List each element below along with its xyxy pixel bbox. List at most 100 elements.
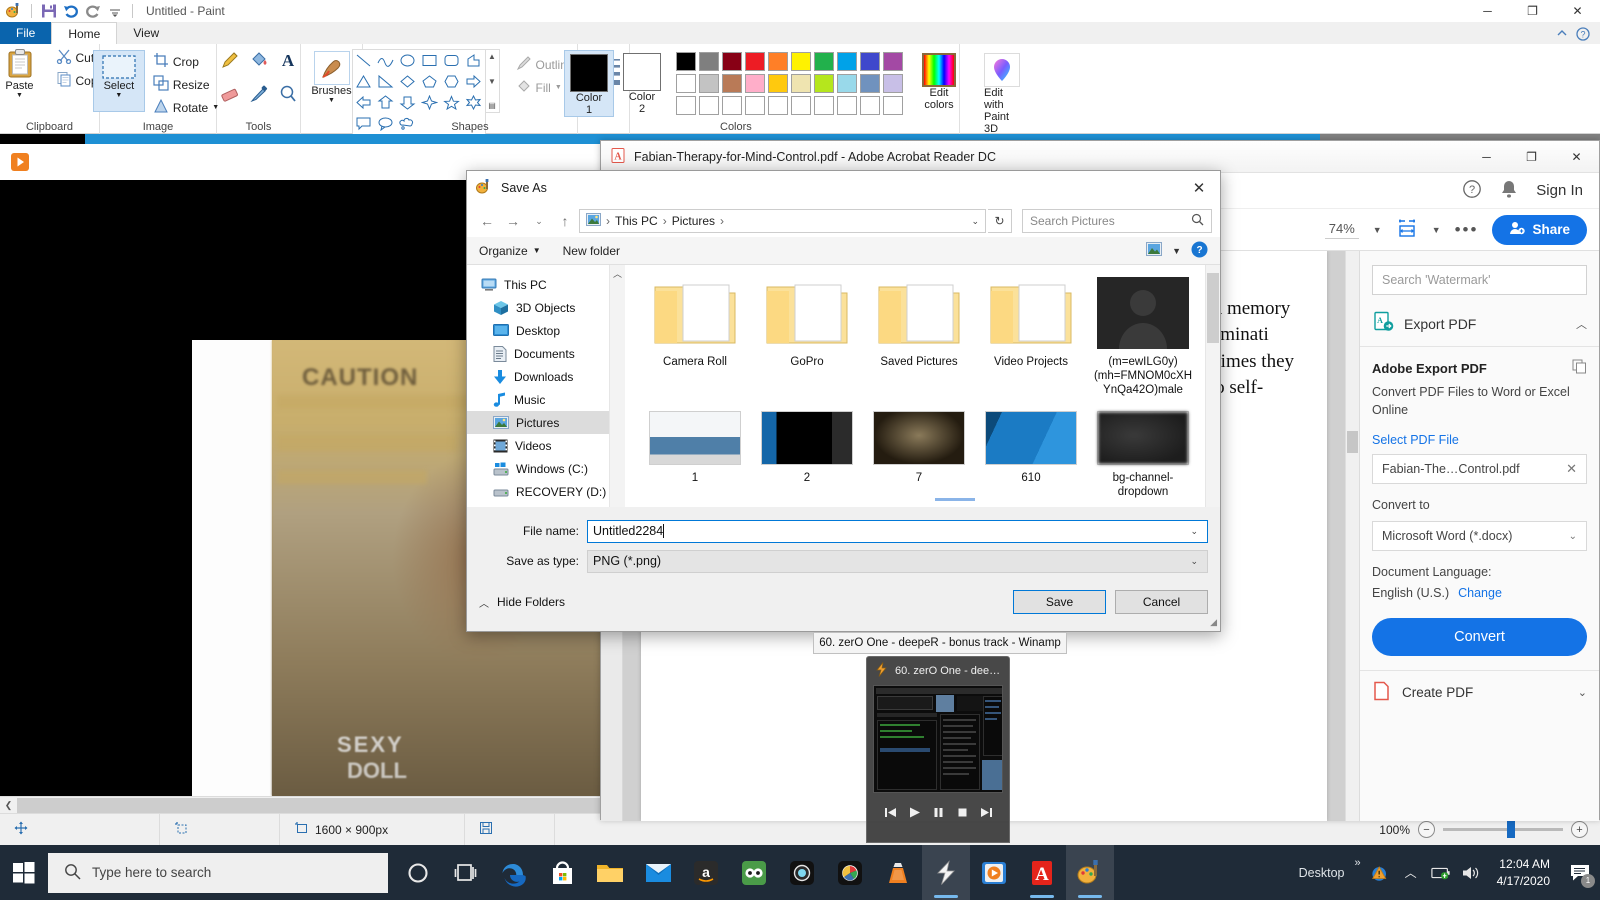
maximize-button[interactable]: ❐	[1510, 0, 1555, 22]
start-button[interactable]	[0, 845, 48, 900]
up-icon[interactable]: ↑	[553, 209, 577, 233]
color-swatch[interactable]	[860, 74, 880, 93]
edit-colors-button[interactable]: Edit colors	[917, 50, 961, 111]
tree-item-pictures[interactable]: Pictures	[467, 411, 609, 434]
edit-with-paint3d-button[interactable]: Edit with Paint 3D	[979, 50, 1025, 135]
shape-pentagon-icon[interactable]	[419, 71, 441, 92]
zoom-in-button[interactable]: +	[1571, 821, 1588, 838]
color-swatch[interactable]	[883, 74, 903, 93]
tree-item-music[interactable]: Music	[467, 388, 609, 411]
shape-rounded-rectangle-icon[interactable]	[441, 50, 463, 71]
list-item[interactable]: bg-channel-dropdown	[1087, 411, 1199, 499]
help-icon[interactable]: ?	[1462, 179, 1482, 202]
cortana-icon[interactable]	[394, 845, 442, 900]
shape-hexagon-icon[interactable]	[441, 71, 463, 92]
select-pdf-file-link[interactable]: Select PDF File	[1372, 433, 1587, 447]
magnifier-icon[interactable]	[275, 84, 300, 104]
next-icon[interactable]	[976, 802, 996, 822]
microsoft-store-icon[interactable]	[538, 845, 586, 900]
play-icon[interactable]	[904, 802, 924, 822]
file-list-scroll-thumb[interactable]	[1207, 273, 1219, 343]
change-language-link[interactable]: Change	[1458, 584, 1502, 602]
resize-button[interactable]: Resize	[149, 73, 223, 96]
shape-left-arrow-icon[interactable]	[353, 92, 375, 113]
search-input[interactable]: Search Pictures	[1022, 209, 1212, 233]
shape-six-point-star-icon[interactable]	[463, 92, 485, 113]
action-center-button[interactable]: 1	[1566, 859, 1595, 888]
volume-icon[interactable]	[1461, 864, 1481, 882]
media-player-icon[interactable]	[10, 152, 30, 175]
chevron-down-icon[interactable]: ▼	[16, 92, 23, 99]
shape-down-arrow-icon[interactable]	[397, 92, 419, 113]
shape-rectangle-icon[interactable]	[419, 50, 441, 71]
zoom-dropdown-icon[interactable]: ▼	[1373, 225, 1382, 235]
file-name-dropdown-icon[interactable]: ⌄	[1190, 526, 1202, 537]
navigation-tree[interactable]: This PC 3D Objects Desktop Documents Downloa…	[467, 265, 610, 507]
winamp-taskbar-preview[interactable]: 60. zerO One - dee…	[866, 656, 1010, 843]
tree-item-this-pc[interactable]: This PC	[467, 273, 609, 296]
shape-four-point-star-icon[interactable]	[419, 92, 441, 113]
tree-item-windows-c[interactable]: Windows (C:)	[467, 457, 609, 480]
list-item[interactable]: Video Projects	[975, 277, 1087, 397]
crop-button[interactable]: Crop	[149, 50, 223, 73]
security-warning-icon[interactable]	[1371, 862, 1391, 884]
save-as-close-button[interactable]: ✕	[1178, 171, 1220, 205]
pdf-scrollbar-thumb[interactable]	[1347, 431, 1358, 453]
acrobat-minimize-button[interactable]: ─	[1464, 146, 1509, 168]
shape-five-point-star-icon[interactable]	[441, 92, 463, 113]
color-swatch[interactable]	[722, 96, 742, 115]
vlc-icon[interactable]	[874, 845, 922, 900]
cancel-button[interactable]: Cancel	[1115, 590, 1208, 614]
new-folder-button[interactable]: New folder	[563, 244, 620, 258]
file-name-input[interactable]: Untitled2284 ⌄	[587, 519, 1208, 543]
share-button[interactable]: Share	[1492, 214, 1587, 245]
color2-button[interactable]: Color 2	[618, 50, 666, 115]
clock[interactable]: 12:04 AM 4/17/2020	[1491, 856, 1556, 888]
bell-icon[interactable]	[1500, 179, 1518, 202]
chevron-down-icon[interactable]: ⌄	[1578, 686, 1587, 699]
color-swatch[interactable]	[860, 96, 880, 115]
tree-item-videos[interactable]: Videos	[467, 434, 609, 457]
save-icon[interactable]	[41, 3, 57, 19]
color-swatch[interactable]	[699, 52, 719, 71]
color-swatch[interactable]	[768, 96, 788, 115]
shape-triangle-icon[interactable]	[353, 71, 375, 92]
shapes-scrollbar[interactable]: ▲ ▼ ▤	[485, 49, 500, 113]
create-pdf-section-header[interactable]: Create PDF ⌄	[1360, 669, 1599, 714]
tree-item-desktop[interactable]: Desktop	[467, 319, 609, 342]
tree-scrollbar[interactable]: ︿	[610, 265, 625, 507]
fit-width-icon[interactable]	[1396, 217, 1418, 242]
color-swatch[interactable]	[722, 52, 742, 71]
file-explorer-icon[interactable]	[586, 845, 634, 900]
shape-oval-icon[interactable]	[397, 50, 419, 71]
color-swatch[interactable]	[676, 52, 696, 71]
show-hidden-icons-icon[interactable]: »	[1354, 857, 1360, 869]
chevron-down-icon[interactable]: ▼	[328, 97, 335, 104]
color-swatch[interactable]	[791, 74, 811, 93]
list-item[interactable]: Saved Pictures	[863, 277, 975, 397]
color-swatch[interactable]	[837, 96, 857, 115]
amazon-icon[interactable]: a	[682, 845, 730, 900]
list-item[interactable]: 610	[975, 411, 1087, 499]
scroll-down-icon[interactable]: ▼	[488, 77, 496, 86]
color-swatch[interactable]	[676, 74, 696, 93]
prev-icon[interactable]	[880, 802, 900, 822]
eraser-icon[interactable]	[217, 84, 242, 104]
minimize-button[interactable]: ─	[1465, 0, 1510, 22]
refresh-button[interactable]: ↻	[988, 209, 1012, 233]
color-swatch[interactable]	[745, 96, 765, 115]
tripadvisor-icon[interactable]	[730, 845, 778, 900]
media-player-icon[interactable]	[970, 845, 1018, 900]
tree-item-3d-objects[interactable]: 3D Objects	[467, 296, 609, 319]
list-item[interactable]: (m=ewILG0y)(mh=FMNOM0cXHYnQa42O)male	[1087, 277, 1199, 397]
file-list-scrollbar[interactable]	[1205, 265, 1220, 507]
chevron-down-icon[interactable]: ▼	[115, 92, 122, 99]
pause-icon[interactable]	[928, 802, 948, 822]
view-layout-icon[interactable]	[1146, 242, 1163, 259]
color-swatch[interactable]	[676, 96, 696, 115]
scroll-up-icon[interactable]: ▲	[488, 52, 496, 61]
list-item[interactable]: 2	[751, 411, 863, 499]
organize-button[interactable]: Organize ▼	[479, 244, 541, 258]
color-swatch[interactable]	[814, 52, 834, 71]
color-swatch[interactable]	[745, 52, 765, 71]
